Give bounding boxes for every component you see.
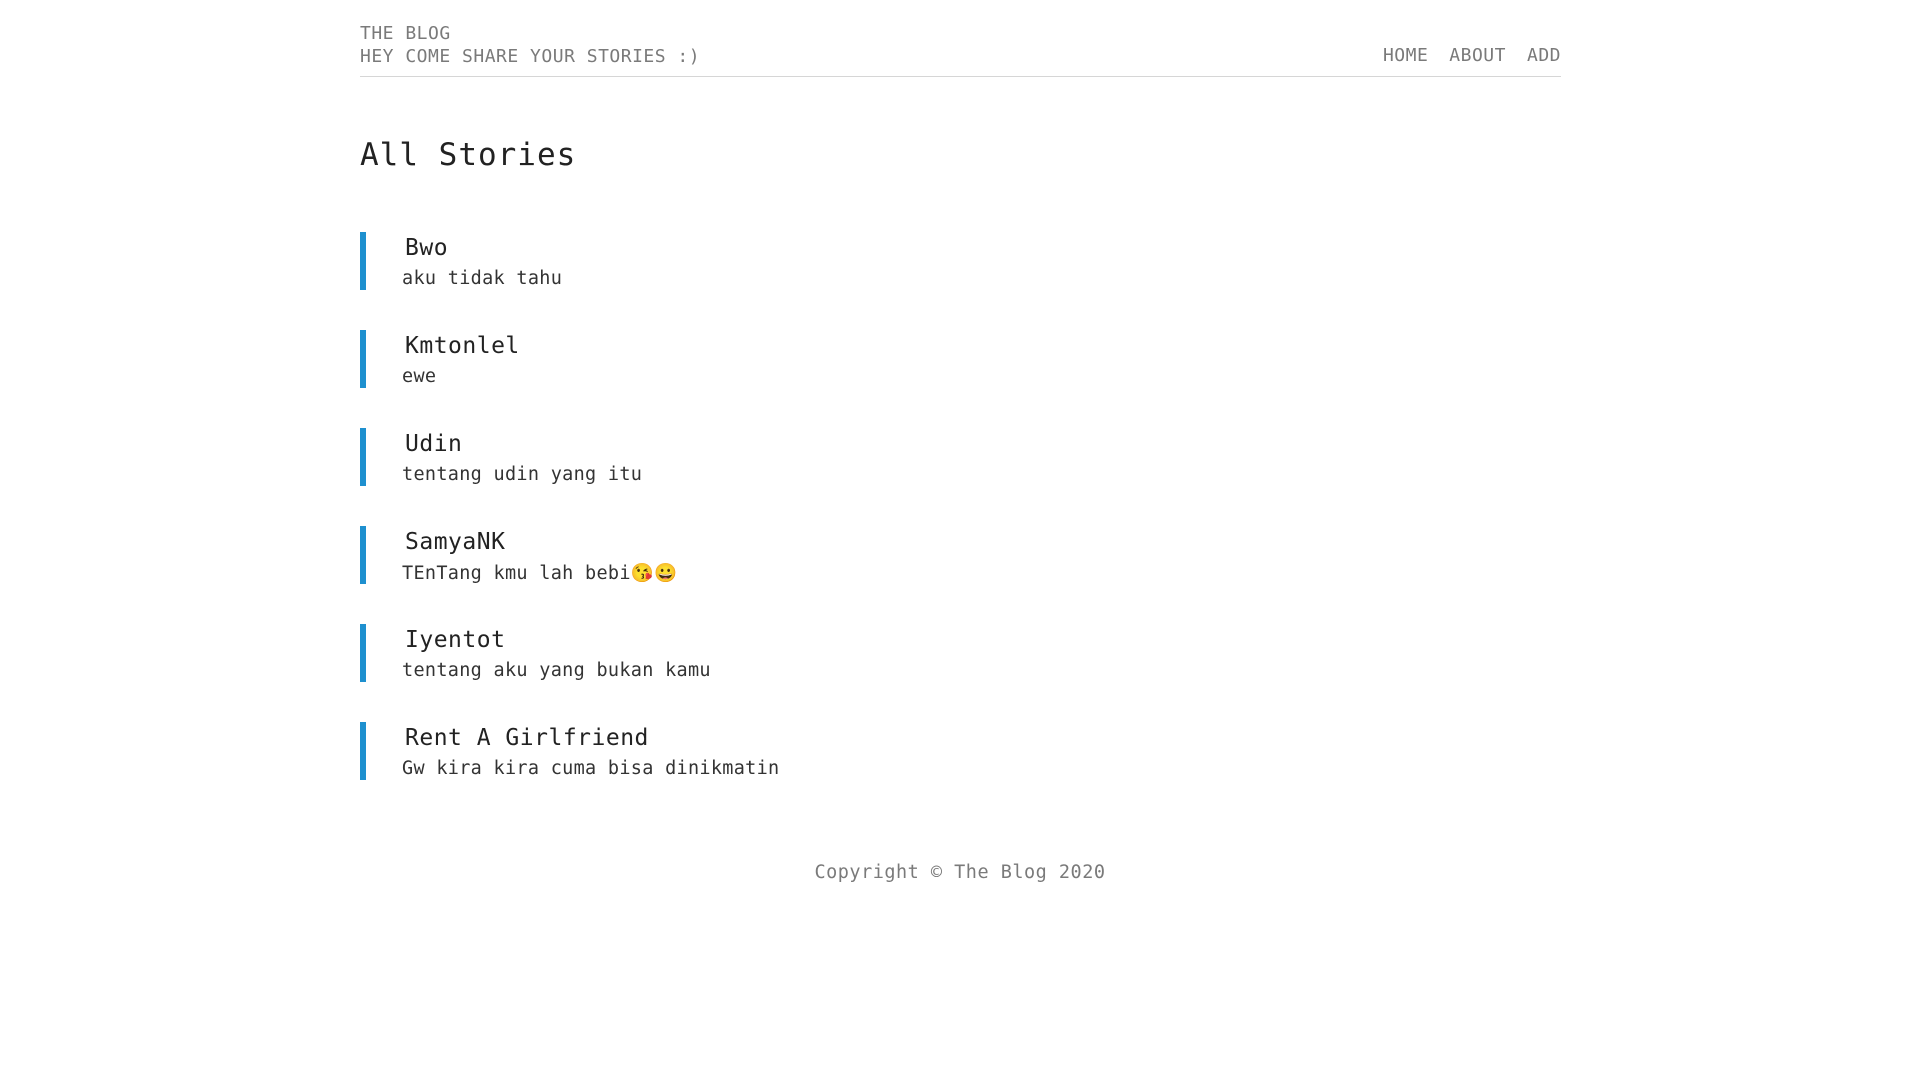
story-title[interactable]: Kmtonlel (405, 333, 520, 359)
story-item[interactable]: Udin tentang udin yang itu (360, 428, 1260, 486)
story-excerpt: aku tidak tahu (402, 268, 563, 289)
main-nav: HOME ABOUT ADD (1383, 45, 1561, 66)
nav-home-link[interactable]: HOME (1383, 45, 1428, 66)
story-excerpt: tentang aku yang bukan kamu (402, 660, 711, 681)
brand-tagline: HEY COME SHARE YOUR STORIES :) (360, 46, 701, 67)
site-header: THE BLOG HEY COME SHARE YOUR STORIES :) … (360, 0, 1561, 77)
story-item[interactable]: SamyaNK TEnTang kmu lah bebi😘😀 (360, 526, 1260, 584)
story-excerpt: ewe (402, 366, 437, 387)
story-title[interactable]: SamyaNK (405, 529, 505, 555)
brand: THE BLOG HEY COME SHARE YOUR STORIES :) (360, 22, 700, 68)
story-excerpt: TEnTang kmu lah bebi😘😀 (402, 563, 678, 584)
story-excerpt: tentang udin yang itu (402, 464, 643, 485)
nav-about-link[interactable]: ABOUT (1449, 45, 1506, 66)
story-excerpt: Gw kira kira cuma bisa dinikmatin (402, 758, 780, 779)
page-container: THE BLOG HEY COME SHARE YOUR STORIES :) … (360, 0, 1561, 77)
page-title: All Stories (360, 137, 577, 173)
story-title[interactable]: Rent A Girlfriend (405, 725, 649, 751)
story-title[interactable]: Bwo (405, 235, 448, 261)
nav-add-link[interactable]: ADD (1527, 45, 1561, 66)
story-item[interactable]: Iyentot tentang aku yang bukan kamu (360, 624, 1260, 682)
story-item[interactable]: Rent A Girlfriend Gw kira kira cuma bisa… (360, 722, 1260, 780)
story-item[interactable]: Kmtonlel ewe (360, 330, 1260, 388)
story-title[interactable]: Iyentot (405, 627, 505, 653)
brand-title[interactable]: THE BLOG (360, 22, 700, 45)
footer-copyright: Copyright © The Blog 2020 (814, 862, 1106, 883)
story-list: Bwo aku tidak tahu Kmtonlel ewe Udin ten… (360, 232, 1260, 820)
story-item[interactable]: Bwo aku tidak tahu (360, 232, 1260, 290)
story-title[interactable]: Udin (405, 431, 462, 457)
